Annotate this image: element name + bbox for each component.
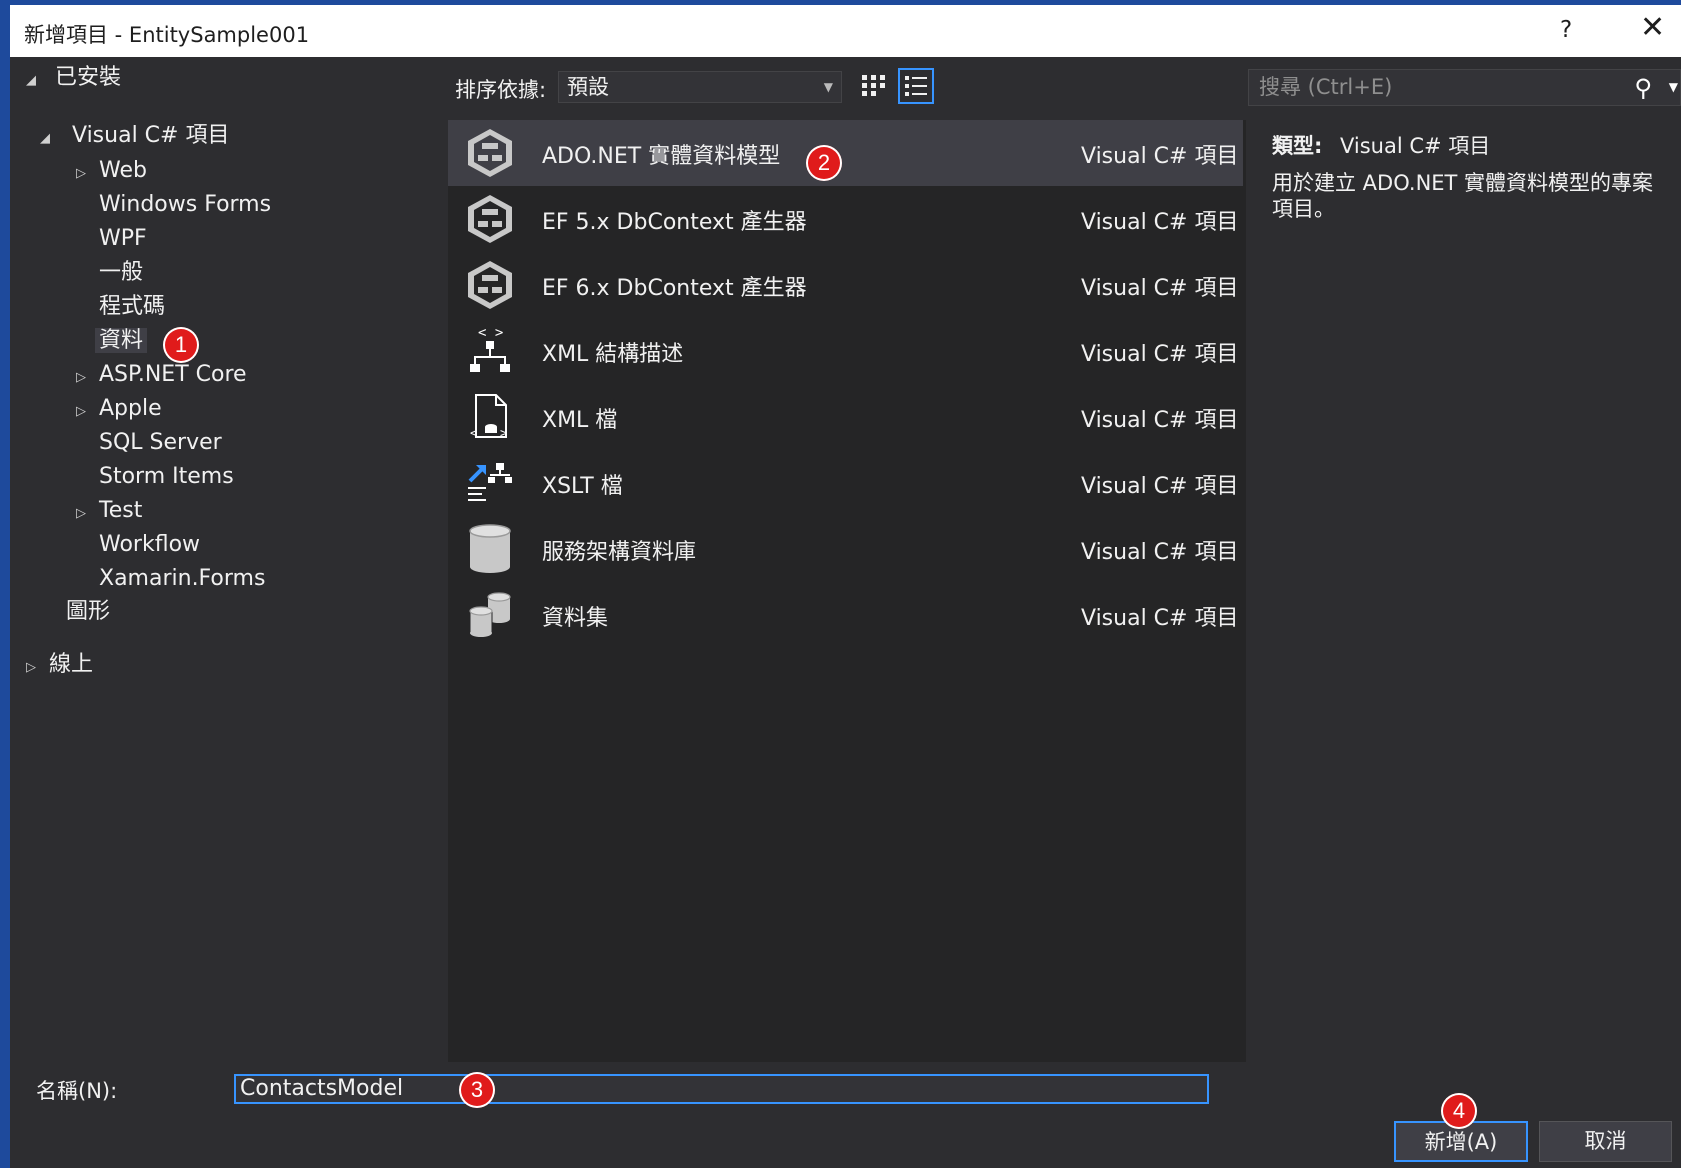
template-row-dataset[interactable]: 資料集 Visual C# 項目 bbox=[448, 582, 1243, 648]
tree-node-storm-items[interactable]: Storm Items bbox=[99, 462, 234, 492]
title-bar: 新增項目 - EntitySample001 ? ✕ bbox=[10, 5, 1681, 57]
template-row-service-fabric-db[interactable]: 服務架構資料庫 Visual C# 項目 bbox=[448, 516, 1243, 582]
chevron-down-icon: ▼ bbox=[823, 80, 833, 94]
template-name: XML 結構描述 bbox=[542, 342, 684, 367]
xml-file-icon: < > bbox=[470, 394, 507, 440]
svg-text:<: < bbox=[470, 426, 477, 440]
tree-label-test: Test bbox=[99, 498, 143, 523]
tree-label-installed: 已安裝 bbox=[55, 65, 122, 90]
tree-node-general[interactable]: 一般 bbox=[99, 258, 143, 288]
template-name: XML 檔 bbox=[542, 408, 618, 433]
template-name: EF 6.x DbContext 產生器 bbox=[542, 276, 807, 301]
entity-model-icon bbox=[468, 195, 512, 243]
details-panel: 類型: Visual C# 項目 用於建立 ADO.NET 實體資料模型的專案項… bbox=[1248, 120, 1681, 1062]
collapsed-triangle-icon[interactable]: ▷ bbox=[76, 499, 90, 529]
sort-value: 預設 bbox=[567, 75, 609, 99]
help-button[interactable]: ? bbox=[1560, 17, 1572, 43]
template-type: Visual C# 項目 bbox=[1081, 276, 1239, 301]
search-options-dropdown-icon[interactable]: ▼ bbox=[1669, 70, 1678, 104]
template-row-xslt-file[interactable]: XSLT 檔 Visual C# 項目 bbox=[448, 450, 1243, 516]
template-row-xml-file[interactable]: < > XML 檔 Visual C# 項目 bbox=[448, 384, 1243, 450]
dataset-icon bbox=[469, 592, 511, 637]
svg-text:< >: < > bbox=[478, 325, 503, 341]
tree-node-code[interactable]: 程式碼 bbox=[99, 292, 165, 322]
template-name: 服務架構資料庫 bbox=[542, 540, 697, 565]
tree-node-apple[interactable]: ▷ Apple bbox=[76, 394, 162, 424]
tree-label-web: Web bbox=[99, 158, 147, 183]
template-type: Visual C# 項目 bbox=[1081, 540, 1239, 565]
expanded-triangle-icon[interactable]: ◢ bbox=[26, 66, 40, 96]
tree-node-sql-server[interactable]: SQL Server bbox=[99, 428, 222, 458]
type-value: Visual C# 項目 bbox=[1340, 134, 1491, 158]
collapsed-triangle-icon[interactable]: ▷ bbox=[76, 397, 90, 427]
tree-node-visual-csharp[interactable]: ◢ Visual C# 項目 bbox=[40, 121, 229, 151]
grid-view-button[interactable] bbox=[858, 68, 894, 104]
collapsed-triangle-icon[interactable]: ▷ bbox=[76, 159, 90, 189]
tree-node-graphics[interactable]: 圖形 bbox=[66, 597, 110, 627]
template-name: ADO.NET 實體資料模型 bbox=[542, 144, 781, 169]
xml-schema-icon: < > bbox=[470, 325, 510, 372]
template-name: XSLT 檔 bbox=[542, 474, 623, 499]
sort-label: 排序依據: bbox=[455, 78, 547, 102]
collapsed-triangle-icon[interactable]: ▷ bbox=[26, 653, 40, 683]
tree-node-workflow[interactable]: Workflow bbox=[99, 530, 200, 560]
template-name: 資料集 bbox=[542, 606, 609, 631]
template-list: ADO.NET 實體資料模型 Visual C# 項目 EF 5.x DbCon… bbox=[448, 120, 1246, 1062]
grid-view-icon bbox=[862, 75, 885, 96]
template-type: Visual C# 項目 bbox=[1081, 144, 1239, 169]
entity-model-icon bbox=[468, 261, 512, 309]
window-title: 新增項目 - EntitySample001 bbox=[24, 23, 310, 47]
template-type: Visual C# 項目 bbox=[1081, 474, 1239, 499]
tree-node-installed[interactable]: ◢ 已安裝 bbox=[26, 63, 121, 93]
type-label: 類型: bbox=[1272, 134, 1323, 158]
collapsed-triangle-icon[interactable]: ▷ bbox=[76, 363, 90, 393]
step-badge-3: 3 bbox=[459, 1072, 495, 1108]
expanded-triangle-icon[interactable]: ◢ bbox=[40, 124, 54, 154]
close-button[interactable]: ✕ bbox=[1640, 13, 1665, 43]
template-description: 用於建立 ADO.NET 實體資料模型的專案項目。 bbox=[1272, 171, 1654, 221]
name-field[interactable]: ContactsModel bbox=[234, 1074, 1209, 1104]
tree-node-xamarin-forms[interactable]: Xamarin.Forms bbox=[99, 564, 265, 594]
xslt-file-icon bbox=[468, 463, 512, 501]
template-row-ef5-dbcontext[interactable]: EF 5.x DbContext 產生器 Visual C# 項目 bbox=[448, 186, 1243, 252]
search-placeholder: 搜尋 (Ctrl+E) bbox=[1259, 75, 1393, 99]
template-type: Visual C# 項目 bbox=[1081, 210, 1239, 235]
template-row-ef6-dbcontext[interactable]: EF 6.x DbContext 產生器 Visual C# 項目 bbox=[448, 252, 1243, 318]
tree-node-test[interactable]: ▷ Test bbox=[76, 496, 142, 526]
step-badge-2: 2 bbox=[806, 145, 842, 181]
search-icon[interactable]: ⚲ bbox=[1634, 71, 1652, 105]
step-badge-1: 1 bbox=[163, 327, 199, 363]
template-type: Visual C# 項目 bbox=[1081, 606, 1239, 631]
template-row-xml-schema[interactable]: < > XML 結構描述 Visual C# 項目 bbox=[448, 318, 1243, 384]
tree-node-web[interactable]: ▷ Web bbox=[76, 156, 147, 186]
cancel-button[interactable]: 取消 bbox=[1539, 1121, 1672, 1162]
tree-label-aspnet-core: ASP.NET Core bbox=[99, 362, 247, 387]
list-view-button[interactable] bbox=[898, 68, 934, 104]
name-label: 名稱(N): bbox=[36, 1079, 118, 1103]
template-type: Visual C# 項目 bbox=[1081, 342, 1239, 367]
tree-label-data: 資料 bbox=[95, 328, 148, 353]
tree-node-windows-forms[interactable]: Windows Forms bbox=[99, 190, 271, 220]
tree-label-visual-csharp: Visual C# 項目 bbox=[72, 123, 230, 148]
step-badge-4: 4 bbox=[1441, 1093, 1477, 1129]
name-value: ContactsModel bbox=[240, 1076, 404, 1101]
list-view-icon bbox=[905, 76, 927, 96]
window-border-left bbox=[0, 0, 10, 1168]
template-row-ado-net-entity-model[interactable]: ADO.NET 實體資料模型 Visual C# 項目 bbox=[448, 120, 1243, 186]
sort-dropdown[interactable]: 預設 ▼ bbox=[558, 71, 842, 103]
tree-node-aspnet-core[interactable]: ▷ ASP.NET Core bbox=[76, 360, 247, 390]
tree-node-wpf[interactable]: WPF bbox=[99, 224, 147, 254]
tree-node-data[interactable]: 資料 bbox=[95, 326, 148, 356]
tree-node-online[interactable]: ▷ 線上 bbox=[26, 650, 93, 680]
search-input[interactable]: 搜尋 (Ctrl+E) ⚲ ▼ bbox=[1248, 69, 1681, 106]
template-name: EF 5.x DbContext 產生器 bbox=[542, 210, 807, 235]
database-icon bbox=[469, 524, 511, 573]
entity-model-icon bbox=[468, 129, 512, 177]
tree-label-apple: Apple bbox=[99, 396, 162, 421]
template-type: Visual C# 項目 bbox=[1081, 408, 1239, 433]
tree-label-online: 線上 bbox=[49, 652, 94, 677]
svg-text:>: > bbox=[500, 426, 507, 440]
